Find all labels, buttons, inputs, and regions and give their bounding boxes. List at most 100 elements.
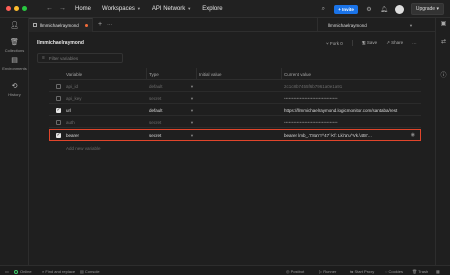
sidebar-item-environments[interactable]: ▤ Environments <box>0 56 29 71</box>
avatar[interactable] <box>394 4 404 14</box>
row-checkbox[interactable] <box>54 116 62 128</box>
environment-selector[interactable]: llmmichaelraymond ▼ <box>317 18 417 32</box>
add-tab-icon[interactable]: + <box>98 21 102 28</box>
table-row[interactable]: api_key secret ▼ ••••••••••••••••••••••••… <box>49 92 421 104</box>
column-header-type: Type <box>149 71 159 77</box>
type-value: secret <box>149 119 162 125</box>
current-value[interactable]: bearer lmb_.'t'8a'r'r^47`l<f: Lk\'a'u^Vk… <box>284 129 399 141</box>
initial-value[interactable] <box>199 104 282 116</box>
info-icon[interactable]: ⓘ <box>436 70 450 79</box>
search-icon[interactable]: ⌕ <box>319 6 327 13</box>
cookies-label: Cookies <box>388 269 403 274</box>
add-variable-placeholder[interactable]: Add new variable <box>66 142 146 154</box>
add-variable-row[interactable]: Add new variable <box>49 142 421 154</box>
initial-value[interactable] <box>199 129 282 141</box>
sidebar-item-collections[interactable]: 🗑︎ Collections <box>0 38 29 53</box>
row-checkbox[interactable] <box>54 129 62 141</box>
chevron-down-icon: ▼ <box>190 107 194 113</box>
variable-name[interactable]: api_id <box>66 80 146 92</box>
forward-arrow-icon[interactable]: → <box>59 5 66 12</box>
cookies-button[interactable]: ◌ Cookies <box>385 269 403 274</box>
trash-button[interactable]: 🗑︎ Trash <box>412 269 428 274</box>
postbot-button[interactable]: ◎ Postbot <box>286 269 304 274</box>
upgrade-button[interactable]: Upgrade ▾ <box>410 3 444 15</box>
sidebar-item-account[interactable]: 👤︎ <box>0 21 29 31</box>
fork-button[interactable]: ⑂ Fork 0 <box>326 41 343 46</box>
close-window-button[interactable] <box>6 6 11 11</box>
more-icon[interactable]: ··· <box>107 22 112 28</box>
type-select[interactable]: default ▼ <box>149 80 199 92</box>
table-row-highlighted[interactable]: bearer secret ▼ bearer lmb_.'t'8a'r'r^47`… <box>49 129 421 141</box>
start-proxy-button[interactable]: ⇆ Start Proxy <box>350 269 374 274</box>
checkbox[interactable] <box>55 107 61 113</box>
variable-name[interactable]: bearer <box>66 129 146 141</box>
online-status[interactable]: Online <box>14 269 32 274</box>
type-select[interactable]: secret ▼ <box>149 129 199 141</box>
current-value[interactable]: https://llmmichaelraymond.logicmonitor.c… <box>284 104 419 116</box>
share-button[interactable]: ↗ Share <box>386 40 403 46</box>
nav-workspaces-label: Workspaces <box>102 5 135 12</box>
nav-explore[interactable]: Explore <box>202 6 222 12</box>
filter-input[interactable]: ≡ Filter variables <box>37 53 123 63</box>
environment-quick-look-icon[interactable]: ▣ <box>436 20 450 27</box>
nav-api-network[interactable]: API Network ▼ <box>152 6 191 12</box>
trash-label: Trash <box>418 269 429 274</box>
divider <box>146 68 147 80</box>
checkbox[interactable] <box>55 95 61 101</box>
divider <box>351 40 353 46</box>
save-button[interactable]: 🖫︎ Save <box>362 39 377 47</box>
row-checkbox[interactable] <box>54 80 62 92</box>
settings-icon[interactable]: ⚙ <box>365 6 373 13</box>
column-header-initial-value: Initial value <box>199 71 222 77</box>
type-select[interactable]: secret ▼ <box>149 116 199 128</box>
filter-placeholder: Filter variables <box>48 55 79 61</box>
checkbox[interactable] <box>55 119 61 125</box>
invite-button[interactable]: + Invite <box>334 4 358 14</box>
visibility-toggle-icon[interactable]: ◉ <box>411 132 415 138</box>
layout-icon[interactable]: ▦ <box>436 269 440 274</box>
chevron-down-icon: ▼ <box>409 22 413 28</box>
console-button[interactable]: ▤ Console <box>80 269 100 274</box>
more-options-icon[interactable]: ··· <box>412 41 417 46</box>
checkbox[interactable] <box>55 83 61 89</box>
row-checkbox[interactable] <box>54 92 62 104</box>
postbot-label: Postbot <box>290 269 305 274</box>
table-row[interactable]: url default ▼ https://llmmichaelraymond.l… <box>49 104 421 116</box>
row-checkbox[interactable] <box>54 104 62 116</box>
share-label: Share <box>391 40 404 45</box>
fork-count: 0 <box>340 40 343 46</box>
tab-environment[interactable]: llmmichaelraymond <box>29 17 93 32</box>
variable-name[interactable]: api_key <box>66 92 146 104</box>
nav-home[interactable]: Home <box>75 6 91 12</box>
current-value[interactable]: 2c1c8b7455f6b7961a0e1a91 <box>284 80 419 92</box>
sidebar-item-label: History <box>8 92 21 97</box>
chevron-down-icon: ▼ <box>136 5 141 11</box>
unsaved-dot-icon <box>84 23 88 27</box>
type-value: secret <box>149 132 162 138</box>
minimize-window-button[interactable] <box>14 6 19 11</box>
notifications-icon[interactable]: 🔔︎ <box>380 6 388 13</box>
initial-value[interactable] <box>199 80 282 92</box>
checkbox[interactable] <box>55 132 61 138</box>
chevron-down-icon: ▼ <box>190 95 194 101</box>
type-select[interactable]: default ▼ <box>149 104 199 116</box>
online-label: Online <box>20 269 32 274</box>
back-arrow-icon[interactable]: ← <box>46 5 53 12</box>
current-value[interactable]: •••••••••••••••••••••••••••••••••• <box>284 92 419 104</box>
maximize-window-button[interactable] <box>22 6 27 11</box>
type-select[interactable]: secret ▼ <box>149 92 199 104</box>
find-replace-button[interactable]: ⌕ Find and replace <box>42 269 75 274</box>
runner-button[interactable]: ▷ Runner <box>319 269 336 274</box>
start-proxy-label: Start Proxy <box>354 269 375 274</box>
layout-toggle-icon[interactable]: ▭ <box>5 269 9 274</box>
initial-value[interactable] <box>199 116 282 128</box>
initial-value[interactable] <box>199 92 282 104</box>
variable-name[interactable]: url <box>66 104 146 116</box>
current-value[interactable]: •••••••••••••••••••••••••••••••••• <box>284 116 419 128</box>
nav-workspaces[interactable]: Workspaces ▼ <box>102 6 141 12</box>
variable-name[interactable]: auth <box>66 116 146 128</box>
code-icon[interactable]: ⇄ <box>436 38 450 45</box>
table-row[interactable]: auth secret ▼ •••••••••••••••••••••••••••… <box>49 116 421 128</box>
table-row[interactable]: api_id default ▼ 2c1c8b7455f6b7961a0e1a91 <box>49 80 421 92</box>
sidebar-item-history[interactable]: ⟲ History <box>0 82 29 97</box>
